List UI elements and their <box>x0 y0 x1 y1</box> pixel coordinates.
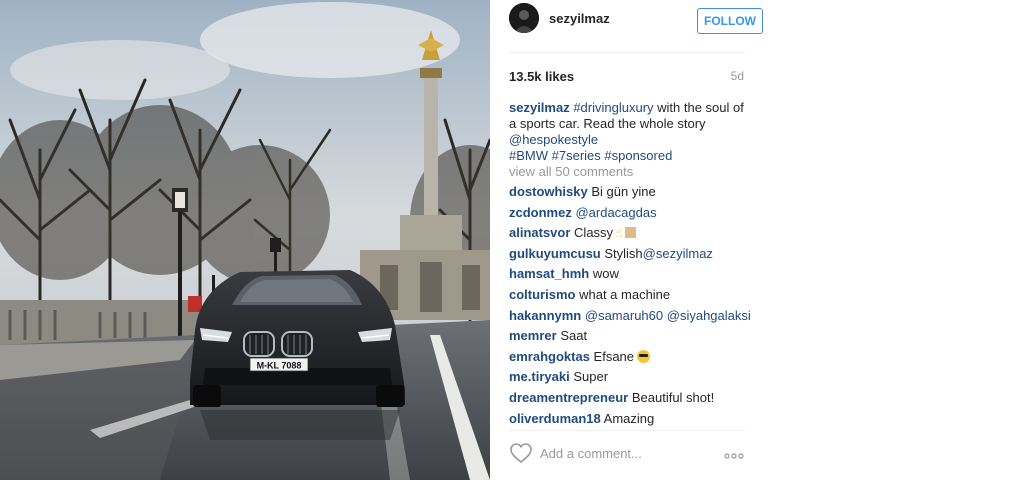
comment-text: Classy <box>574 225 614 241</box>
license-plate: M-KL 7088 <box>257 361 302 371</box>
comment-username[interactable]: dostowhisky <box>509 184 588 199</box>
comment-text: Amazing <box>603 410 655 426</box>
author-username[interactable]: sezyilmaz <box>549 11 610 26</box>
thumbs-up-icon: ☝ <box>615 226 623 241</box>
comment-list: dostowhisky Bi gün yine zcdonmez @ardaca… <box>509 184 759 431</box>
comment-item: alinatsvor Classy ☝ <box>509 225 759 246</box>
comment-item: emrahgoktas Efsane <box>509 349 759 370</box>
comment-item: hakannymn @samaruh60 @siyahgalaksi <box>509 308 759 329</box>
hashtag-link[interactable]: #7series <box>552 148 601 163</box>
comment-text: wow <box>592 266 619 282</box>
comment-username[interactable]: gulkuyumcusu <box>509 246 601 261</box>
comment-text: Saat <box>560 328 588 344</box>
comment-item: dreamentrepreneur Beautiful shot! <box>509 390 759 411</box>
follow-button[interactable]: FOLLOW <box>697 8 763 34</box>
comment-item: zcdonmez @ardacagdas <box>509 205 759 226</box>
hashtag-link[interactable]: #sponsored <box>604 148 672 163</box>
comment-item: dostowhisky Bi gün yine <box>509 184 759 205</box>
comment-text: Super <box>573 369 609 385</box>
hashtag-link[interactable]: #BMW <box>509 148 548 163</box>
comment-item: me.tiryaki Super <box>509 369 759 390</box>
caption-author[interactable]: sezyilmaz <box>509 100 570 115</box>
comment-username[interactable]: emrahgoktas <box>509 349 590 364</box>
mention-link[interactable]: @samaruh60 <box>585 308 663 323</box>
comment-item: hamsat_hmh wow <box>509 266 759 287</box>
more-options-icon[interactable] <box>724 448 744 459</box>
mention-link[interactable]: @ardacagdas <box>575 205 656 220</box>
sunglasses-emoji-icon <box>637 349 651 363</box>
comment-item: colturismo what a machine <box>509 287 759 308</box>
comment-input[interactable] <box>540 443 700 463</box>
comment-username[interactable]: hakannymn <box>509 308 581 323</box>
comment-text: what a machine <box>579 286 671 302</box>
comment-text: Beautiful shot! <box>631 389 715 405</box>
comment-username[interactable]: hamsat_hmh <box>509 266 589 281</box>
mention-link[interactable]: @siyahgalaksi <box>667 308 751 323</box>
comment-username[interactable]: oliverduman18 <box>509 411 601 426</box>
post-photo[interactable]: M-KL 7088 <box>0 0 490 480</box>
comment-username[interactable]: me.tiryaki <box>509 369 570 384</box>
like-count[interactable]: 13.5k likes <box>509 69 574 84</box>
comment-item: oliverduman18 Amazing <box>509 411 759 432</box>
post-header: sezyilmaz FOLLOW <box>509 3 763 39</box>
mention-link[interactable]: @hespokestyle <box>509 132 598 147</box>
car: M-KL 7088 <box>190 270 405 440</box>
comment-text: Efsane <box>593 348 635 364</box>
comment-item: gulkuyumcusu Stylish@sezyilmaz <box>509 246 759 267</box>
avatar[interactable] <box>509 3 539 33</box>
comment-username[interactable]: alinatsvor <box>509 225 570 240</box>
comment-username[interactable]: dreamentrepreneur <box>509 390 628 405</box>
post-details-panel: sezyilmaz FOLLOW 13.5k likes 5d sezyilma… <box>490 0 1024 480</box>
comment-item: memrer Saat <box>509 328 759 349</box>
divider <box>509 430 745 431</box>
comment-text: Bi gün yine <box>591 184 656 199</box>
comment-username[interactable]: zcdonmez <box>509 205 572 220</box>
mention-link[interactable]: @sezyilmaz <box>643 246 713 261</box>
comment-username[interactable]: colturismo <box>509 287 575 302</box>
skin-tone-icon <box>625 227 637 239</box>
comment-username[interactable]: memrer <box>509 328 557 343</box>
comment-text: Stylish <box>604 245 643 261</box>
post-caption: sezyilmaz #drivingluxury with the soul o… <box>509 100 745 164</box>
post-age[interactable]: 5d <box>710 69 744 83</box>
photo-illustration: M-KL 7088 <box>0 0 490 480</box>
view-all-comments-link[interactable]: view all 50 comments <box>509 164 633 179</box>
divider <box>509 52 745 53</box>
heart-icon[interactable] <box>509 442 533 464</box>
hashtag-link[interactable]: #drivingluxury <box>573 100 653 115</box>
